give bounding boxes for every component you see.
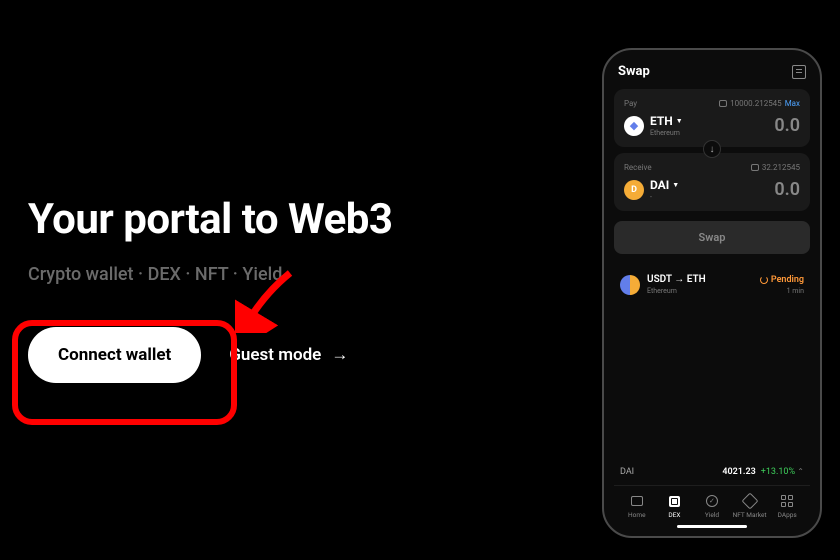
home-icon [631, 496, 643, 506]
swap-title: Swap [618, 64, 650, 79]
guest-mode-link[interactable]: Guest mode → [229, 345, 348, 365]
yield-icon [706, 495, 718, 507]
pay-token-selector[interactable]: ◆ ETH▼ Ethereum [624, 114, 683, 137]
pay-card: Pay 10000.212545Max ◆ ETH▼ Ethereum 0.0 … [614, 89, 810, 147]
tab-yield[interactable]: Yield [693, 494, 731, 519]
guest-mode-label: Guest mode [229, 345, 321, 365]
nft-icon [741, 493, 758, 510]
max-button[interactable]: Max [785, 99, 800, 108]
price-ticker[interactable]: DAI 4021.23 +13.10% ⌃ [614, 459, 810, 485]
receive-amount-input[interactable]: 0.0 [774, 179, 800, 200]
dex-icon [669, 496, 680, 507]
dapps-icon [781, 495, 793, 507]
pay-chain: Ethereum [650, 129, 683, 137]
pay-label: Pay [624, 99, 637, 108]
swap-header: Swap [614, 64, 810, 79]
pending-pair: USDT → ETH [647, 274, 706, 285]
receive-chain: - [650, 193, 679, 201]
tab-home[interactable]: Home [618, 494, 656, 519]
tab-dapps[interactable]: DApps [768, 494, 806, 519]
chevron-down-icon: ▼ [672, 181, 679, 189]
spinner-icon [760, 276, 768, 284]
chevron-down-icon: ▼ [676, 117, 683, 125]
tab-nft[interactable]: NFT Market [731, 494, 769, 519]
wallet-icon [751, 164, 759, 171]
tab-bar: Home DEX Yield NFT Market DApps [614, 485, 810, 519]
receive-label: Receive [624, 163, 652, 172]
pending-chain: Ethereum [647, 287, 706, 295]
hero-title: Your portal to Web3 [28, 195, 548, 244]
wallet-icon [719, 100, 727, 107]
connect-wallet-button[interactable]: Connect wallet [28, 327, 201, 383]
receive-token-selector[interactable]: D DAI▼ - [624, 178, 679, 201]
hero-section: Your portal to Web3 Crypto wallet · DEX … [28, 195, 548, 383]
tab-dex[interactable]: DEX [656, 494, 694, 519]
ticker-price: 4021.23 [722, 467, 755, 477]
chevron-up-icon: ⌃ [797, 467, 804, 476]
pending-status: Pending [760, 275, 804, 285]
cta-row: Connect wallet Guest mode → [28, 327, 548, 383]
pay-amount-input[interactable]: 0.0 [774, 115, 800, 136]
pay-balance: 10000.212545Max [719, 99, 800, 108]
hero-subtitle: Crypto wallet · DEX · NFT · Yield [28, 264, 548, 285]
dai-icon: D [624, 180, 644, 200]
history-icon[interactable] [792, 65, 806, 79]
usdt-eth-icon [620, 275, 640, 295]
ticker-change: +13.10% [761, 467, 795, 477]
swap-direction-icon[interactable]: ↓ [703, 140, 721, 158]
pending-transaction[interactable]: USDT → ETH Ethereum Pending 1 min [614, 264, 810, 305]
receive-balance: 32.212545 [751, 163, 800, 172]
arrow-right-icon: → [331, 345, 348, 365]
pending-time: 1 min [760, 287, 804, 295]
phone-mockup: Swap Pay 10000.212545Max ◆ ETH▼ Ethereum… [602, 48, 822, 538]
home-indicator [677, 525, 747, 528]
eth-icon: ◆ [624, 116, 644, 136]
swap-button[interactable]: Swap [614, 221, 810, 254]
receive-card: Receive 32.212545 D DAI▼ - 0.0 [614, 153, 810, 211]
ticker-symbol: DAI [620, 467, 634, 477]
